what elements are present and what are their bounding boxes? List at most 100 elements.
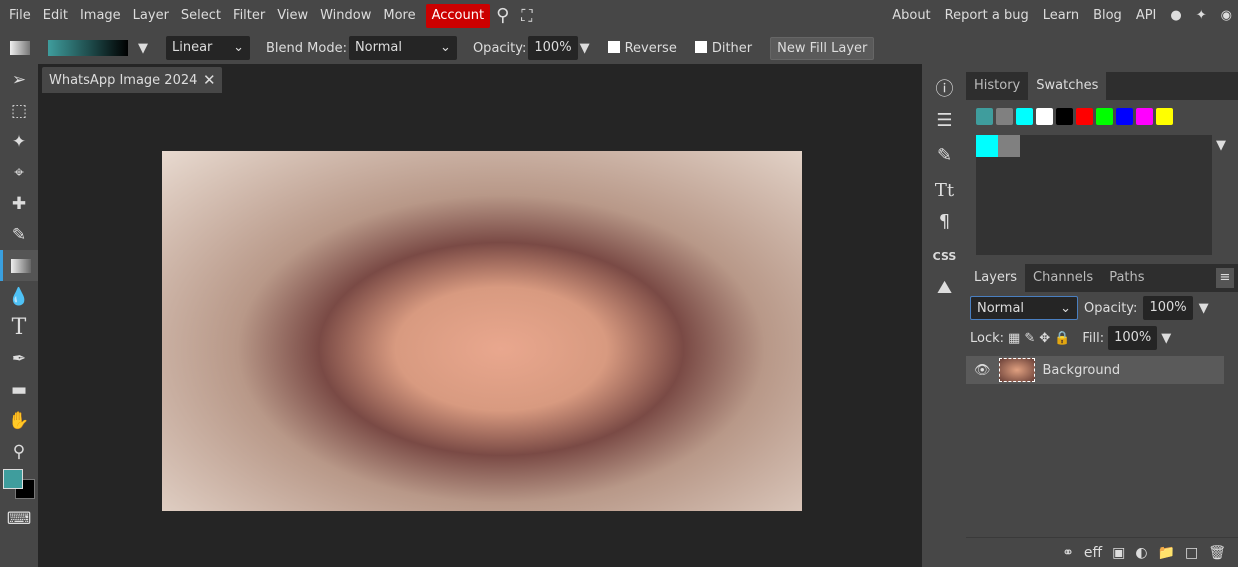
link-blog[interactable]: Blog bbox=[1087, 4, 1128, 28]
swatch[interactable] bbox=[1136, 108, 1153, 125]
menu-select[interactable]: Select bbox=[175, 4, 227, 28]
link-api[interactable]: API bbox=[1130, 4, 1163, 28]
opacity-dropdown-icon[interactable]: ▼ bbox=[1199, 301, 1209, 316]
opacity-input[interactable]: 100% bbox=[528, 36, 578, 60]
gradient-tool-icon[interactable] bbox=[0, 250, 38, 281]
adjustments-icon[interactable]: ☰ bbox=[936, 105, 952, 136]
twitter-icon[interactable]: ✦ bbox=[1190, 4, 1213, 28]
gradient-type-value: Linear bbox=[172, 40, 213, 55]
swatch[interactable] bbox=[976, 108, 993, 125]
layer-row[interactable]: 👁 Background bbox=[966, 356, 1224, 384]
menu-more[interactable]: More bbox=[377, 4, 421, 28]
blend-mode-select[interactable]: Normal ⌄ bbox=[348, 36, 457, 60]
fill-input[interactable]: 100% bbox=[1108, 326, 1158, 350]
link-report-bug[interactable]: Report a bug bbox=[939, 4, 1035, 28]
swatch[interactable] bbox=[1016, 108, 1033, 125]
swatch[interactable] bbox=[1076, 108, 1093, 125]
fullscreen-icon[interactable]: ⛶ bbox=[515, 4, 538, 28]
lock-all-icon[interactable]: 🔒 bbox=[1054, 331, 1070, 346]
tab-history[interactable]: History bbox=[966, 72, 1028, 100]
link-learn[interactable]: Learn bbox=[1037, 4, 1085, 28]
layer-opacity-input[interactable]: 100% bbox=[1143, 296, 1193, 320]
healing-tool-icon[interactable]: ✚ bbox=[0, 188, 38, 219]
reddit-icon[interactable]: ● bbox=[1164, 4, 1187, 28]
menu-bar: File Edit Image Layer Select Filter View… bbox=[0, 0, 1238, 32]
swatch[interactable] bbox=[996, 108, 1013, 125]
pen-tool-icon[interactable]: ✒ bbox=[0, 343, 38, 374]
menu-image[interactable]: Image bbox=[74, 4, 127, 28]
swatches-menu-icon[interactable]: ▼ bbox=[1216, 138, 1226, 153]
layer-effects-icon[interactable]: eff bbox=[1084, 545, 1102, 561]
lock-move-icon[interactable]: ✥ bbox=[1039, 331, 1050, 346]
layers-panel: Layers Channels Paths ≡ Normal ⌄ Opacity:… bbox=[966, 264, 1238, 567]
swatch[interactable] bbox=[1096, 108, 1113, 125]
image-icon[interactable]: ⛰ bbox=[937, 272, 952, 303]
crop-tool-icon[interactable]: ⌖ bbox=[0, 157, 38, 188]
menu-window[interactable]: Window bbox=[314, 4, 377, 28]
new-fill-layer-button[interactable]: New Fill Layer bbox=[770, 36, 875, 60]
tab-channels[interactable]: Channels bbox=[1025, 264, 1101, 292]
magic-wand-tool-icon[interactable]: ✦ bbox=[0, 126, 38, 157]
canvas-image[interactable] bbox=[162, 151, 802, 511]
tab-swatches[interactable]: Swatches bbox=[1028, 72, 1107, 100]
brush-settings-icon[interactable]: ✎ bbox=[937, 140, 952, 171]
swatch[interactable] bbox=[1116, 108, 1133, 125]
marquee-tool-icon[interactable]: ⬚ bbox=[0, 95, 38, 126]
facebook-icon[interactable]: ◉ bbox=[1215, 4, 1238, 28]
gradient-dropdown-icon[interactable]: ▼ bbox=[138, 41, 148, 56]
swatches-panel: History Swatches ▼ bbox=[966, 72, 1238, 262]
css-icon[interactable]: CSS bbox=[933, 241, 957, 272]
link-about[interactable]: About bbox=[886, 4, 936, 28]
swatch[interactable] bbox=[1156, 108, 1173, 125]
close-icon[interactable]: ✕ bbox=[203, 71, 216, 89]
gradient-preview[interactable] bbox=[48, 40, 128, 56]
menu-filter[interactable]: Filter bbox=[227, 4, 271, 28]
account-button[interactable]: Account bbox=[425, 4, 491, 28]
blur-tool-icon[interactable]: 💧 bbox=[0, 281, 38, 312]
brush-tool-icon[interactable]: ✎ bbox=[0, 219, 38, 250]
reverse-checkbox[interactable]: Reverse bbox=[607, 40, 677, 56]
layer-blend-select[interactable]: Normal ⌄ bbox=[970, 296, 1078, 320]
zoom-tool-icon[interactable]: ⚲ bbox=[0, 436, 38, 467]
swatch[interactable] bbox=[1036, 108, 1053, 125]
move-tool-icon[interactable]: ➢ bbox=[0, 64, 38, 95]
layer-opacity-label: Opacity: bbox=[1084, 300, 1138, 316]
new-group-icon[interactable]: 📁 bbox=[1158, 545, 1175, 561]
hand-tool-icon[interactable]: ✋ bbox=[0, 405, 38, 436]
search-icon[interactable]: ⚲ bbox=[490, 4, 515, 28]
menu-layer[interactable]: Layer bbox=[127, 4, 175, 28]
recent-swatch[interactable] bbox=[976, 135, 998, 157]
reverse-label: Reverse bbox=[624, 40, 677, 56]
visibility-eye-icon[interactable]: 👁 bbox=[974, 363, 991, 378]
link-layers-icon[interactable]: ⚭ bbox=[1062, 545, 1074, 561]
lock-paint-icon[interactable]: ✎ bbox=[1024, 331, 1035, 346]
tab-paths[interactable]: Paths bbox=[1101, 264, 1152, 292]
new-layer-icon[interactable]: □ bbox=[1185, 545, 1198, 561]
menu-view[interactable]: View bbox=[271, 4, 314, 28]
opacity-dropdown-icon[interactable]: ▼ bbox=[580, 41, 590, 56]
tab-layers[interactable]: Layers bbox=[966, 264, 1026, 292]
color-picker[interactable] bbox=[0, 467, 38, 503]
type-tool-icon[interactable]: T bbox=[0, 312, 38, 343]
lock-transparency-icon[interactable]: ▦ bbox=[1008, 331, 1020, 346]
keyboard-icon[interactable]: ⌨ bbox=[0, 503, 38, 534]
shape-tool-icon[interactable]: ▬ bbox=[0, 374, 38, 405]
swatch[interactable] bbox=[1056, 108, 1073, 125]
fill-dropdown-icon[interactable]: ▼ bbox=[1161, 331, 1171, 346]
menu-edit[interactable]: Edit bbox=[37, 4, 74, 28]
character-icon[interactable]: Tt bbox=[935, 175, 954, 206]
dither-checkbox[interactable]: Dither bbox=[694, 40, 752, 56]
foreground-color-swatch[interactable] bbox=[3, 469, 23, 489]
recent-swatch[interactable] bbox=[998, 135, 1020, 157]
menu-file[interactable]: File bbox=[3, 4, 37, 28]
blend-mode-value: Normal bbox=[354, 40, 402, 55]
paragraph-icon[interactable]: ¶ bbox=[939, 206, 950, 237]
gradient-type-select[interactable]: Linear ⌄ bbox=[166, 36, 250, 60]
panel-menu-icon[interactable]: ≡ bbox=[1216, 268, 1234, 288]
delete-layer-icon[interactable]: 🗑 bbox=[1208, 545, 1226, 561]
document-tab-title: WhatsApp Image 2024- bbox=[49, 72, 197, 88]
document-tab[interactable]: WhatsApp Image 2024- ✕ bbox=[42, 67, 222, 93]
adjustment-layer-icon[interactable]: ◐ bbox=[1135, 545, 1147, 561]
info-icon[interactable]: ⓘ bbox=[936, 74, 954, 105]
layer-mask-icon[interactable]: ▣ bbox=[1112, 545, 1125, 561]
